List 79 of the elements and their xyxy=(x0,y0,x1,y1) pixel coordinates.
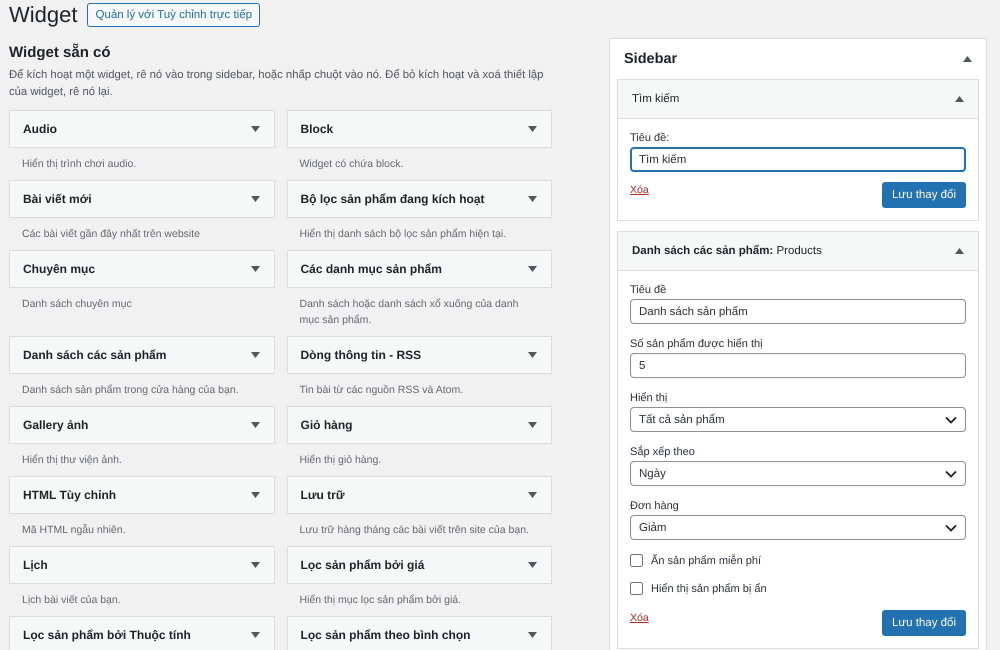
widget-description: Danh sách hoặc danh sách xổ xuống của danh mục sản phẩm. xyxy=(298,297,520,328)
widget-tile[interactable]: Các danh mục sản phẩm xyxy=(286,250,552,288)
widget-tile[interactable]: Lịch xyxy=(9,546,274,584)
widget-tile[interactable]: Chuyên mục xyxy=(9,250,274,288)
expand-arrow-icon[interactable] xyxy=(528,492,537,498)
collapse-arrow-icon[interactable] xyxy=(963,56,972,62)
widget-description: Hiển thị giỏ hàng. xyxy=(298,453,382,468)
input-field[interactable]: 5 xyxy=(630,353,966,378)
widget-tile[interactable]: Bài viết mới xyxy=(9,180,274,218)
widget-description: Widget có chứa block. xyxy=(298,157,404,172)
expand-arrow-icon[interactable] xyxy=(250,352,260,358)
field-label: Đơn hàng xyxy=(630,500,680,513)
section-heading: Widget sẵn có xyxy=(9,44,112,61)
widget-description: Mã HTML ngẫu nhiên. xyxy=(21,522,126,538)
widget-title[interactable]: Tìm kiếm xyxy=(632,93,680,105)
collapse-arrow-icon[interactable] xyxy=(955,96,964,102)
expand-arrow-icon[interactable] xyxy=(250,266,260,272)
widget-tile[interactable]: Danh sách các sản phẩm xyxy=(9,336,274,374)
field-label: Hiển thị xyxy=(630,392,668,405)
widget-description: Hiển thị mục lọc sản phẩm bởi giá. xyxy=(298,593,462,608)
dropdown[interactable]: Ngày xyxy=(630,461,966,486)
widget-description: Hiển thị trình chơi audio. xyxy=(21,157,138,172)
expand-arrow-icon[interactable] xyxy=(528,562,537,568)
widget-description: Hiển thị danh sách bộ lọc sản phẩm hiện tại. xyxy=(298,227,508,242)
widget-tile[interactable]: Block xyxy=(286,110,552,148)
checkbox-label: Ẩn sản phẩm miễn phí xyxy=(651,554,762,566)
checkbox-label: Hiển thị sản phẩm bị ẩn xyxy=(651,582,767,594)
section-description: Để kích hoạt một widget, rê nó vào trong sidebar, hoặc nhấp chuột vào nó. Để bỏ kích hoạt và xoá thiết lập của widget, rê nó lại. xyxy=(9,68,544,100)
sidebar-title[interactable]: Sidebar xyxy=(624,51,678,67)
expand-arrow-icon[interactable] xyxy=(528,126,537,132)
widget-tile[interactable]: Audio xyxy=(9,110,274,148)
field-label: Sắp xếp theo xyxy=(630,446,696,459)
expand-arrow-icon[interactable] xyxy=(250,562,260,568)
expand-arrow-icon[interactable] xyxy=(528,352,537,358)
widget-description: Các bài viết gần đây nhất trên website xyxy=(21,227,202,242)
widget-description: Danh sách sản phẩm trong cửa hàng của bạn. xyxy=(21,383,240,398)
checkbox[interactable] xyxy=(630,582,643,595)
chevron-down-icon xyxy=(945,524,957,532)
widget-tile[interactable]: Dòng thông tin - RSS xyxy=(286,336,552,374)
widget-tile[interactable]: Lọc sản phẩm bởi giá xyxy=(286,546,552,584)
widget-tile[interactable]: HTML Tùy chỉnh xyxy=(9,476,274,514)
widget-tile[interactable]: Gallery ảnh xyxy=(9,406,274,444)
manage-live-button[interactable]: Quản lý với Tuỳ chỉnh trực tiếp xyxy=(87,3,260,27)
widget-description: Danh sách chuyên mục xyxy=(21,297,133,312)
expand-arrow-icon[interactable] xyxy=(528,632,537,638)
widget-tile[interactable]: Lọc sản phẩm bởi Thuộc tính xyxy=(9,616,274,650)
widget-tile[interactable]: Giỏ hàng xyxy=(286,406,552,444)
widget-description: Lịch bài viết của bạn. xyxy=(21,593,122,608)
widget-tile[interactable]: Lọc sản phẩm theo bình chọn xyxy=(286,616,552,650)
widget-tile[interactable]: Bộ lọc sản phẩm đang kích hoạt xyxy=(286,180,552,218)
page-title: Widget xyxy=(9,2,78,28)
input-field[interactable]: Danh sách sản phẩm xyxy=(630,299,966,324)
input-field[interactable]: Tìm kiếm xyxy=(630,147,966,172)
field-label: Tiêu đề xyxy=(630,284,668,297)
widget-tile[interactable]: Lưu trữ xyxy=(286,476,552,514)
chevron-down-icon xyxy=(945,416,957,424)
expand-arrow-icon[interactable] xyxy=(250,492,260,498)
field-label: Tiêu đề: xyxy=(630,132,670,145)
widget-description: Tin bài từ các nguồn RSS và Atom. xyxy=(298,383,464,398)
collapse-arrow-icon[interactable] xyxy=(955,248,964,254)
dropdown[interactable]: Tất cả sản phẩm xyxy=(630,407,966,432)
expand-arrow-icon[interactable] xyxy=(250,632,260,638)
checkbox[interactable] xyxy=(630,554,643,567)
expand-arrow-icon[interactable] xyxy=(250,126,260,132)
delete-link[interactable]: Xóa xyxy=(630,612,649,624)
expand-arrow-icon[interactable] xyxy=(250,422,260,428)
save-button[interactable]: Lưu thay đổi xyxy=(882,610,966,636)
expand-arrow-icon[interactable] xyxy=(528,196,537,202)
expand-arrow-icon[interactable] xyxy=(528,266,537,272)
chevron-down-icon xyxy=(945,470,957,478)
field-label: Số sản phẩm được hiển thị xyxy=(630,338,764,351)
widget-title[interactable]: Danh sách các sản phẩm: Products xyxy=(632,245,822,257)
dropdown[interactable]: Giảm xyxy=(630,515,966,540)
save-button[interactable]: Lưu thay đổi xyxy=(882,182,966,208)
expand-arrow-icon[interactable] xyxy=(250,196,260,202)
widget-description: Lưu trữ hàng tháng các bài viết trên site của bạn. xyxy=(298,523,530,538)
widget-description: Hiển thị thư viện ảnh. xyxy=(21,453,123,468)
delete-link[interactable]: Xóa xyxy=(630,184,649,196)
expand-arrow-icon[interactable] xyxy=(528,422,537,428)
